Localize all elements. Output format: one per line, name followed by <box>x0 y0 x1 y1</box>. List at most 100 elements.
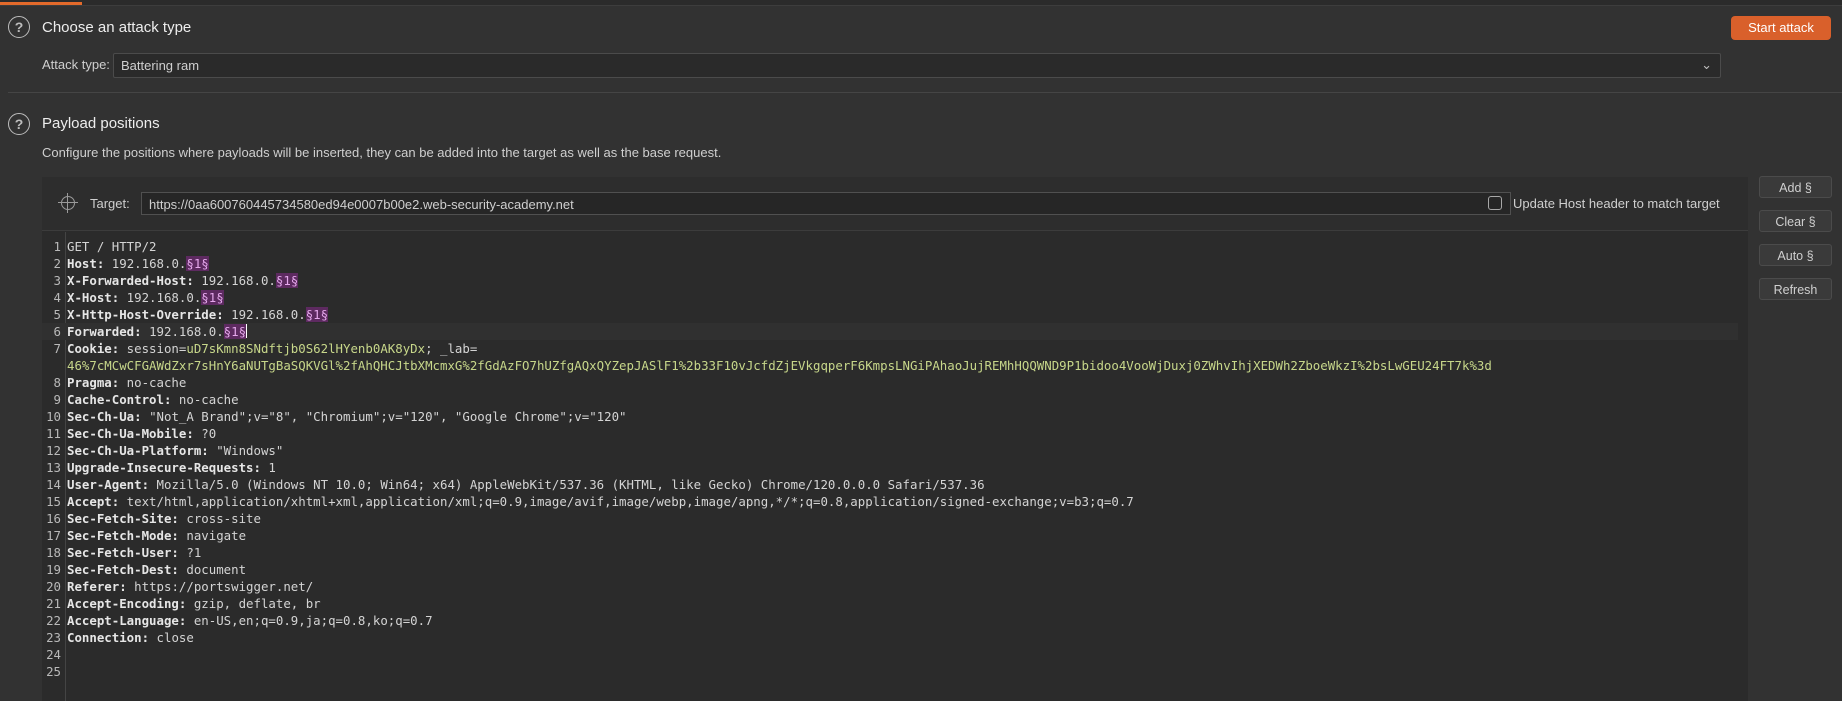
request-line[interactable]: 9 Cache-Control: no-cache <box>42 391 1738 408</box>
refresh-button[interactable]: Refresh <box>1759 278 1832 300</box>
header-name: Sec-Fetch-Site: <box>67 511 179 526</box>
header-name: X-Http-Host-Override: <box>67 307 224 322</box>
target-url-input[interactable]: https://0aa600760445734580ed94e0007b00e2… <box>141 192 1511 215</box>
request-line-text: X-Host: 192.168.0.§1§ <box>67 289 224 306</box>
request-editor[interactable]: 1 GET / HTTP/2 2 Host: 192.168.0.§1§ 3 X-Forw… <box>42 232 1748 701</box>
request-line[interactable]: 20 Referer: https://portswigger.net/ <box>42 578 1738 595</box>
header-name: Sec-Fetch-Dest: <box>67 562 179 577</box>
payload-marker: §1§ <box>223 324 247 339</box>
request-line[interactable]: 2 Host: 192.168.0.§1§ <box>42 255 1738 272</box>
attack-type-select[interactable]: Battering ram ⌄ <box>113 53 1721 78</box>
line-number: 8 <box>53 375 61 390</box>
auto-marker-button[interactable]: Auto § <box>1759 244 1832 266</box>
request-line-text: Pragma: no-cache <box>67 374 186 391</box>
line-number: 4 <box>53 290 61 305</box>
request-line[interactable]: 1 GET / HTTP/2 <box>42 238 1738 255</box>
request-line[interactable]: 13 Upgrade-Insecure-Requests: 1 <box>42 459 1738 476</box>
request-line-text: Cookie: session=uD7sKmn8SNdftjb0S62lHYen… <box>67 340 477 357</box>
payload-positions-description: Configure the positions where payloads w… <box>42 145 722 160</box>
request-line-text: Accept: text/html,application/xhtml+xml,… <box>67 493 1134 510</box>
header-value: GET / HTTP/2 <box>67 239 157 254</box>
header-name: Accept-Language: <box>67 613 187 628</box>
request-line[interactable]: 25 <box>42 663 1738 680</box>
clear-marker-button[interactable]: Clear § <box>1759 210 1832 232</box>
request-line[interactable]: 16 Sec-Fetch-Site: cross-site <box>42 510 1738 527</box>
line-number: 6 <box>53 324 61 339</box>
header-value: 1 <box>260 460 276 475</box>
header-name: Sec-Ch-Ua: <box>67 409 142 424</box>
top-tab-strip <box>0 0 1842 6</box>
payload-marker: §1§ <box>275 273 299 288</box>
request-line[interactable]: 5 X-Http-Host-Override: 192.168.0.§1§ <box>42 306 1738 323</box>
crosshair-icon <box>58 193 78 213</box>
request-line[interactable]: 24 <box>42 646 1738 663</box>
line-number: 17 <box>46 528 61 543</box>
help-icon[interactable]: ? <box>8 16 30 38</box>
request-line-text: Sec-Fetch-User: ?1 <box>67 544 201 561</box>
header-name: Sec-Ch-Ua-Platform: <box>67 443 209 458</box>
header-name: Sec-Ch-Ua-Mobile: <box>67 426 194 441</box>
header-value: text/html,application/xhtml+xml,applicat… <box>119 494 1134 509</box>
line-number: 1 <box>53 239 61 254</box>
header-value: en-US,en;q=0.9,ja;q=0.8,ko;q=0.7 <box>186 613 433 628</box>
request-line-text: Accept-Language: en-US,en;q=0.9,ja;q=0.8… <box>67 612 433 629</box>
header-value: gzip, deflate, br <box>186 596 321 611</box>
request-line[interactable]: 18 Sec-Fetch-User: ?1 <box>42 544 1738 561</box>
header-name: Forwarded: <box>67 324 142 339</box>
header-name: Upgrade-Insecure-Requests: <box>67 460 261 475</box>
request-line-text: Sec-Fetch-Dest: document <box>67 561 246 578</box>
line-number: 15 <box>46 494 61 509</box>
line-number: 20 <box>46 579 61 594</box>
update-host-label[interactable]: Update Host header to match target <box>1513 196 1720 211</box>
header-value: 192.168.0. <box>104 256 187 271</box>
request-line[interactable]: 14 User-Agent: Mozilla/5.0 (Windows NT 10… <box>42 476 1738 493</box>
header-name: Accept-Encoding: <box>67 596 187 611</box>
header-name: Sec-Fetch-Mode: <box>67 528 179 543</box>
request-line[interactable]: 21 Accept-Encoding: gzip, deflate, br <box>42 595 1738 612</box>
request-line[interactable]: 3 X-Forwarded-Host: 192.168.0.§1§ <box>42 272 1738 289</box>
payload-marker: §1§ <box>201 290 224 305</box>
header-value: no-cache <box>171 392 239 407</box>
active-tab-indicator <box>0 2 82 5</box>
help-icon[interactable]: ? <box>8 113 30 135</box>
request-line-text: Sec-Fetch-Mode: navigate <box>67 527 246 544</box>
chevron-down-icon: ⌄ <box>1701 57 1712 72</box>
header-value: 192.168.0. <box>141 324 224 339</box>
line-number: 18 <box>46 545 61 560</box>
request-line[interactable]: 8 Pragma: no-cache <box>42 374 1738 391</box>
target-bar: Target: https://0aa600760445734580ed94e0… <box>42 177 1748 231</box>
request-line[interactable]: 4 X-Host: 192.168.0.§1§ <box>42 289 1738 306</box>
header-value: 46%7cMCwCFGAWdZxr7sHnY6aNUTgBaSQKVGl%2fA… <box>67 358 1492 373</box>
request-line[interactable]: 19 Sec-Fetch-Dest: document <box>42 561 1738 578</box>
request-line-text: Sec-Ch-Ua: "Not_A Brand";v="8", "Chromiu… <box>67 408 627 425</box>
request-line[interactable]: 11 Sec-Ch-Ua-Mobile: ?0 <box>42 425 1738 442</box>
header-name: Pragma: <box>67 375 120 390</box>
header-name: Connection: <box>67 630 150 645</box>
line-number: 14 <box>46 477 61 492</box>
request-line-text: Connection: close <box>67 629 194 646</box>
request-line[interactable]: 6 Forwarded: 192.168.0.§1§ <box>42 323 1738 340</box>
request-line[interactable]: 7 Cookie: session=uD7sKmn8SNdftjb0S62lHYe… <box>42 340 1738 357</box>
add-marker-button[interactable]: Add § <box>1759 176 1832 198</box>
request-line[interactable]: 22 Accept-Language: en-US,en;q=0.9,ja;q=0… <box>42 612 1738 629</box>
request-line[interactable]: 23 Connection: close <box>42 629 1738 646</box>
start-attack-button[interactable]: Start attack <box>1731 16 1831 40</box>
payload-marker: §1§ <box>186 256 209 271</box>
checkbox-icon[interactable] <box>1488 196 1502 210</box>
line-number: 7 <box>53 341 61 356</box>
payload-positions-title: Payload positions <box>42 115 160 132</box>
header-value: close <box>149 630 194 645</box>
header-value: ?1 <box>178 545 202 560</box>
request-line[interactable]: 17 Sec-Fetch-Mode: navigate <box>42 527 1738 544</box>
request-line[interactable]: 10 Sec-Ch-Ua: "Not_A Brand";v="8", "Chrom… <box>42 408 1738 425</box>
request-line[interactable]: 46%7cMCwCFGAWdZxr7sHnY6aNUTgBaSQKVGl%2fA… <box>42 357 1738 374</box>
header-name: Cache-Control: <box>67 392 172 407</box>
request-line[interactable]: 12 Sec-Ch-Ua-Platform: "Windows" <box>42 442 1738 459</box>
line-number: 19 <box>46 562 61 577</box>
request-line-text: X-Http-Host-Override: 192.168.0.§1§ <box>67 306 329 323</box>
attack-type-title: Choose an attack type <box>42 19 192 36</box>
line-number: 23 <box>46 630 61 645</box>
request-line[interactable]: 15 Accept: text/html,application/xhtml+xm… <box>42 493 1738 510</box>
request-line-text: Sec-Ch-Ua-Platform: "Windows" <box>67 442 283 459</box>
header-value: Mozilla/5.0 (Windows NT 10.0; Win64; x64… <box>149 477 985 492</box>
